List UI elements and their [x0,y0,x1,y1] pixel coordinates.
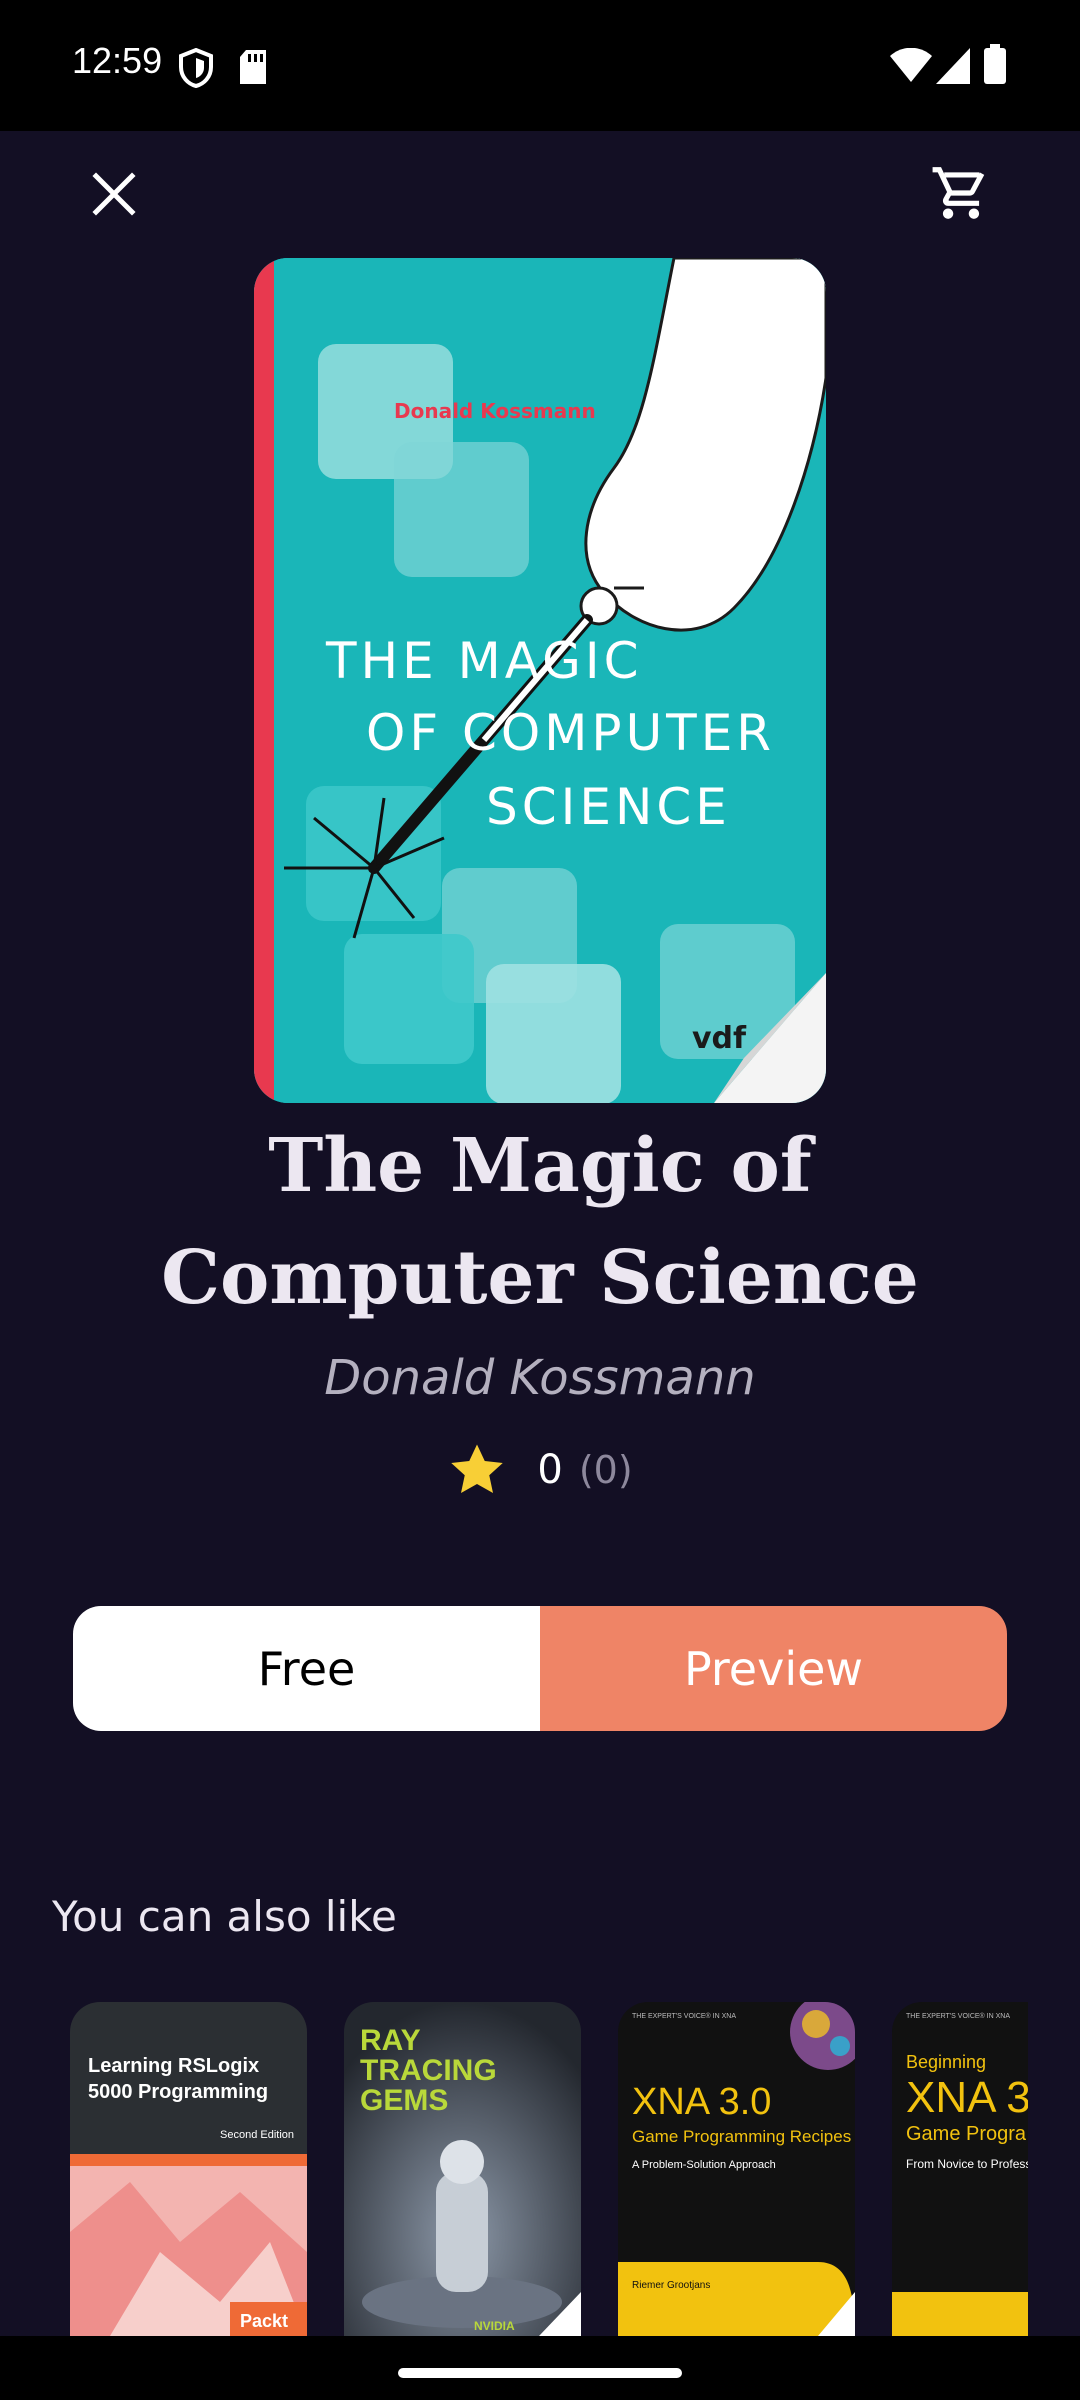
recommendations-title: You can also like [52,1892,397,1941]
shield-icon [178,47,214,92]
rec-title-3: GEMS [360,2084,448,2117]
rec-author: Riemer Grootjans [632,2280,710,2291]
home-gesture-bar[interactable] [398,2368,682,2378]
book-author: Donald Kossmann [324,1350,756,1406]
recommendation-card[interactable]: THE EXPERT'S VOICE® IN XNA Beginning XNA… [892,2002,1028,2336]
rec-subtitle: Game Progra [906,2123,1027,2145]
close-button[interactable] [88,168,140,220]
book-cover: Donald Kossmann THE MAGIC OF COMPUTER SC… [254,258,826,1103]
rec-series: THE EXPERT'S VOICE® IN XNA [632,2012,736,2020]
rec-title: Learning RSLogix [88,2055,259,2077]
status-bar: 12:59 [0,0,1080,131]
rec-title: RAY [360,2024,421,2057]
recommendation-card[interactable]: Learning RSLogix 5000 Programming Second… [70,2002,307,2336]
battery-icon [984,44,1006,88]
preview-button[interactable]: Preview [540,1606,1007,1731]
recommendations-list: Learning RSLogix 5000 Programming Second… [70,2002,1028,2336]
rec-publisher: NVIDIA [474,2319,515,2333]
cover-publisher: vdf [692,1021,747,1056]
action-buttons: Free Preview [73,1606,1007,1731]
signal-icon [936,48,970,88]
sd-card-icon [238,50,268,88]
cover-author: Donald Kossmann [394,399,596,423]
book-title: The Magic of Computer Science [161,1123,919,1321]
rec-title: XNA 3 [906,2073,1028,2122]
book-cover-art: Donald Kossmann THE MAGIC OF COMPUTER SC… [254,258,826,1103]
rec-series: THE EXPERT'S VOICE® IN XNA [906,2012,1010,2020]
rec-title-2: TRACING [360,2054,497,2087]
recommendation-cover: THE EXPERT'S VOICE® IN XNA Beginning XNA… [892,2002,1028,2336]
rec-tagline: A Problem-Solution Approach [632,2159,776,2171]
wifi-icon [890,47,932,86]
rec-tagline: From Novice to Profess [906,2157,1028,2171]
rating-count: (0) [578,1448,633,1492]
rating-row: 0 (0) [0,1438,1080,1502]
cover-title-line1: THE MAGIC [325,632,643,690]
recommendation-cover: Learning RSLogix 5000 Programming Second… [70,2002,307,2336]
status-time: 12:59 [72,40,163,81]
rec-title: XNA 3.0 [632,2081,771,2123]
close-icon [88,172,140,224]
rec-title-pre: Beginning [906,2052,986,2072]
recommendation-card[interactable]: THE EXPERT'S VOICE® IN XNA XNA 3.0 Game … [618,2002,855,2336]
recommendation-card[interactable]: RAY TRACING GEMS NVIDIA [344,2002,581,2336]
rec-title-2: 5000 Programming [88,2081,268,2103]
cart-icon [930,167,992,228]
free-button[interactable]: Free [73,1606,540,1731]
recommendation-cover: THE EXPERT'S VOICE® IN XNA XNA 3.0 Game … [618,2002,855,2336]
star-icon [447,1440,507,1500]
rec-edition: Second Edition [220,2129,294,2141]
cover-title-line3: SCIENCE [486,778,731,836]
recommendation-cover: RAY TRACING GEMS NVIDIA [344,2002,581,2336]
rating-value: 0 [537,1447,563,1493]
rec-subtitle: Game Programming Recipes [632,2127,851,2146]
cover-title-line2: OF COMPUTER [366,704,775,762]
rec-publisher: Packt [240,2311,288,2331]
cart-button[interactable] [930,162,992,224]
